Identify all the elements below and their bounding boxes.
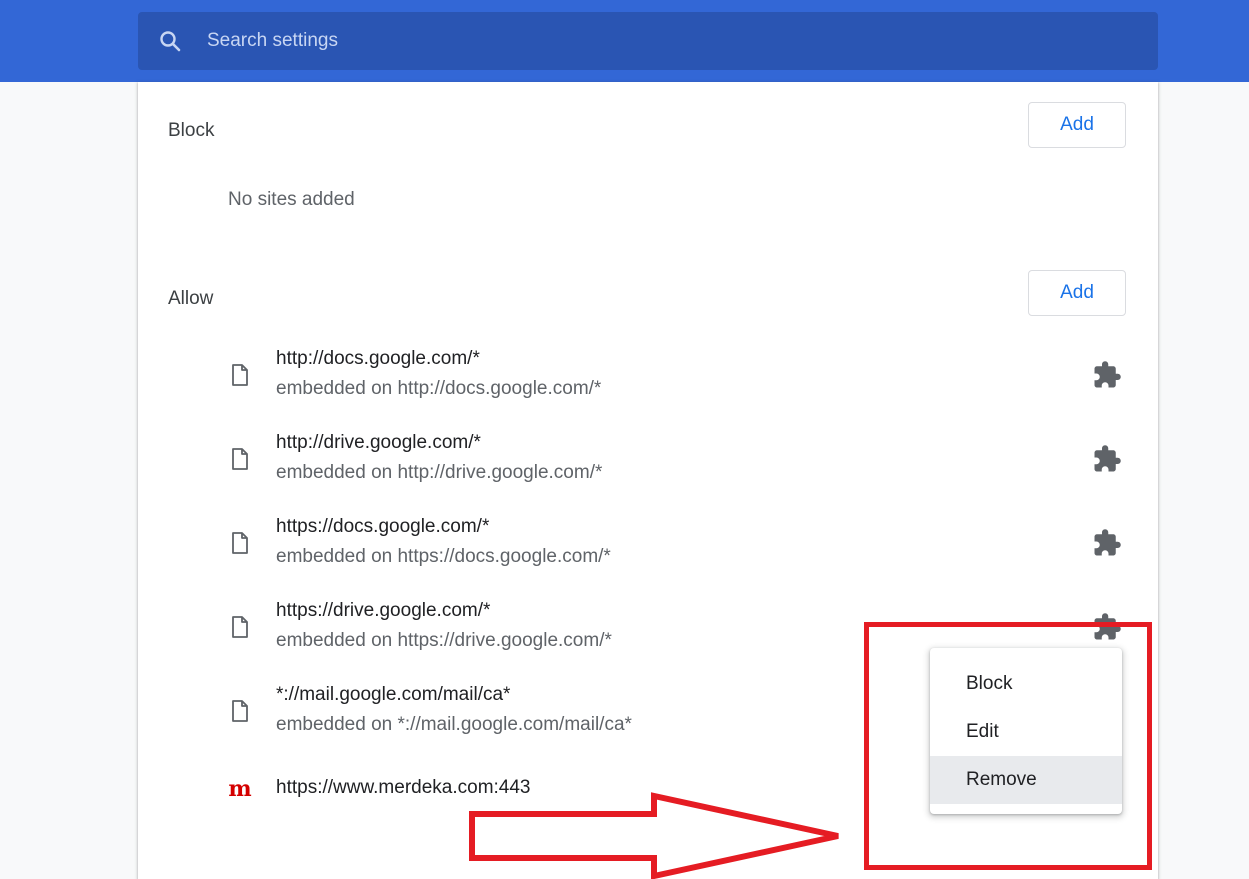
file-icon: [232, 700, 248, 722]
settings-header: Search settings: [0, 0, 1249, 82]
annotation-arrow-icon: [469, 792, 839, 879]
search-settings-box[interactable]: Search settings: [138, 12, 1158, 70]
site-url: http://drive.google.com/*: [276, 432, 481, 453]
site-url: https://docs.google.com/*: [276, 516, 490, 537]
allow-section-title: Allow: [168, 288, 214, 309]
site-embedded-text: embedded on http://drive.google.com/*: [276, 462, 603, 483]
search-icon: [160, 31, 181, 52]
site-embedded-text: embedded on http://docs.google.com/*: [276, 378, 602, 399]
site-row[interactable]: https://docs.google.com/* embedded on ht…: [228, 516, 1128, 580]
site-embedded-text: embedded on https://drive.google.com/*: [276, 630, 612, 651]
file-icon: [232, 532, 248, 554]
no-sites-text: No sites added: [228, 189, 355, 210]
allow-add-button[interactable]: Add: [1028, 270, 1126, 316]
block-section-title: Block: [168, 120, 215, 141]
block-add-button[interactable]: Add: [1028, 102, 1126, 148]
site-embedded-text: embedded on *://mail.google.com/mail/ca*: [276, 714, 632, 735]
site-url: *://mail.google.com/mail/ca*: [276, 684, 511, 705]
site-url: http://docs.google.com/*: [276, 348, 480, 369]
search-input[interactable]: Search settings: [207, 30, 338, 52]
file-icon: [232, 448, 248, 470]
site-embedded-text: embedded on https://docs.google.com/*: [276, 546, 611, 567]
site-row[interactable]: http://drive.google.com/* embedded on ht…: [228, 432, 1128, 496]
extension-puzzle-icon[interactable]: [1092, 528, 1122, 558]
site-row[interactable]: http://docs.google.com/* embedded on htt…: [228, 348, 1128, 412]
annotation-highlight-box: [864, 622, 1152, 870]
file-icon: [232, 616, 248, 638]
extension-puzzle-icon[interactable]: [1092, 444, 1122, 474]
extension-puzzle-icon[interactable]: [1092, 360, 1122, 390]
file-icon: [232, 364, 248, 386]
site-url: https://drive.google.com/*: [276, 600, 491, 621]
merdeka-logo-icon: m: [228, 776, 252, 802]
